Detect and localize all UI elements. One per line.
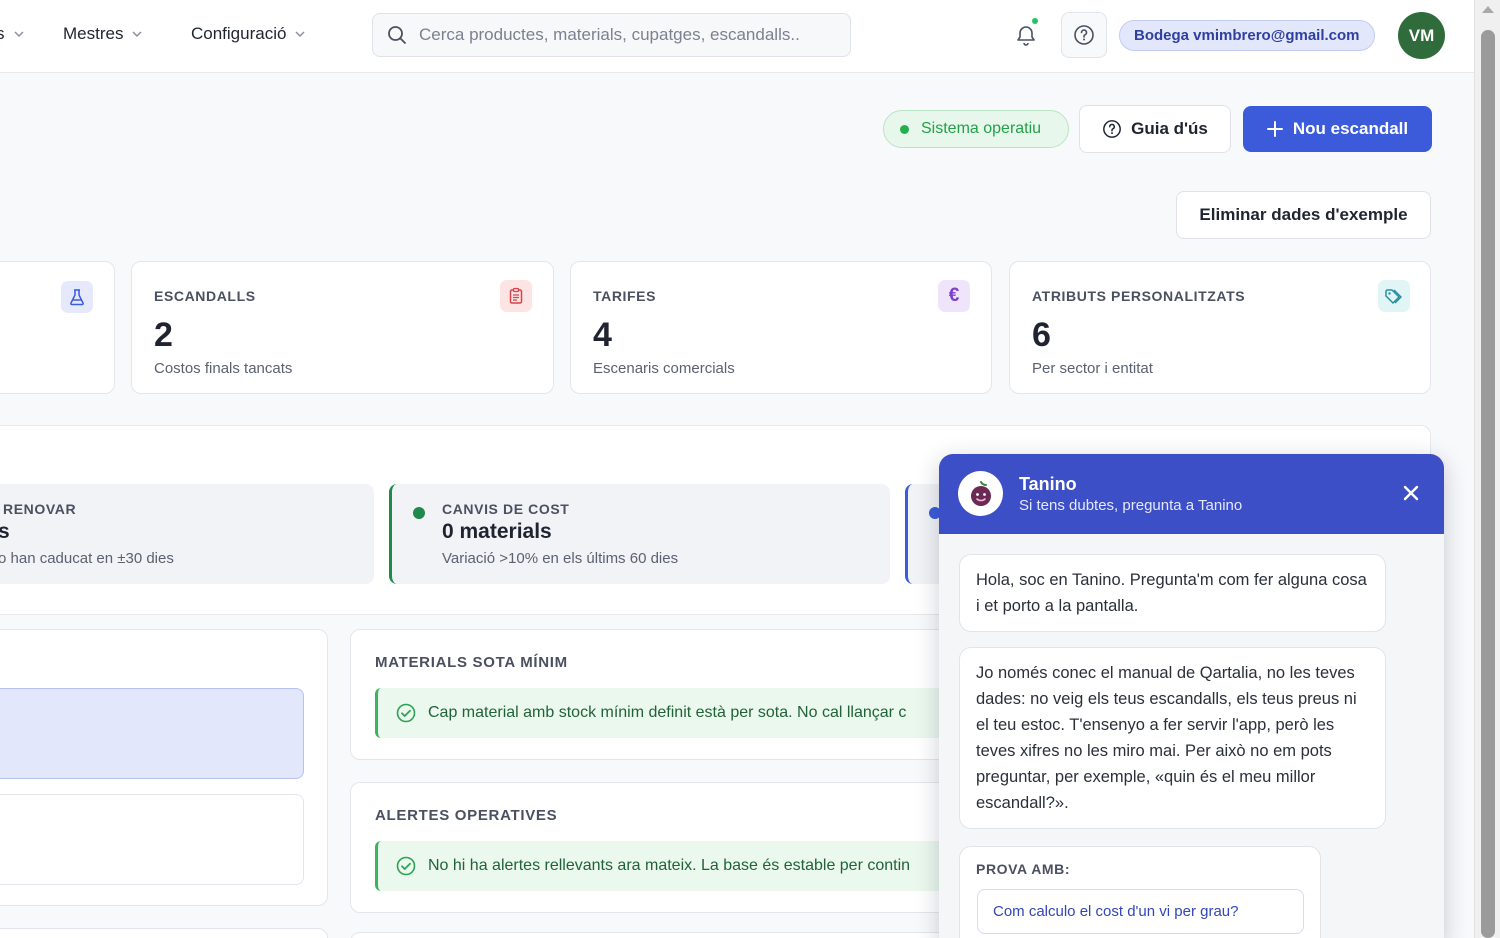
nav-item-mestres-label: Mestres — [63, 24, 124, 43]
guide-button[interactable]: Guia d'ús — [1079, 105, 1231, 153]
suggestions-label: PROVA AMB: — [976, 861, 1071, 877]
clipboard-icon — [500, 280, 532, 312]
scrollbar[interactable] — [1474, 0, 1500, 938]
chat-message: Hola, soc en Tanino. Pregunta'm com fer … — [959, 554, 1386, 632]
help-circle-icon — [1074, 25, 1094, 45]
stat-label: TARIFES — [593, 288, 657, 304]
new-escandall-button[interactable]: Nou escandall — [1243, 106, 1432, 152]
notification-dot — [1032, 18, 1038, 24]
list-item[interactable] — [0, 794, 304, 885]
delete-sample-data-button[interactable]: Eliminar dades d'exemple — [1176, 191, 1431, 239]
alert-sub: Variació >10% en els últims 60 dies — [442, 550, 679, 567]
materials-min-card: MATERIALS SOTA MÍNIM Cap material amb st… — [350, 629, 990, 760]
ok-message: Cap material amb stock mínim definit est… — [428, 704, 907, 721]
top-bar: s Mestres Configuració Bodega vmimbrero@… — [0, 0, 1474, 73]
system-status-badge: Sistema operatiu — [883, 110, 1069, 148]
check-circle-icon — [396, 703, 416, 723]
close-icon — [1403, 485, 1419, 501]
search-icon — [388, 26, 406, 44]
search-bar[interactable] — [372, 13, 851, 57]
alert-title: RENOVAR — [3, 501, 77, 517]
nav-item-partial[interactable]: s — [0, 24, 25, 44]
chat-message: Jo només conec el manual de Qartalia, no… — [959, 647, 1386, 829]
nav-item-partial-label: s — [0, 24, 5, 43]
close-chat-button[interactable] — [1397, 479, 1425, 507]
left-lower-card — [0, 629, 328, 906]
stat-label: ATRIBUTS PERSONALITZATS — [1032, 288, 1246, 304]
section-title: ALERTES OPERATIVES — [375, 807, 558, 824]
chevron-down-icon — [295, 31, 305, 38]
check-circle-icon — [396, 856, 416, 876]
alert-title: CANVIS DE COST — [442, 501, 570, 517]
status-dot — [900, 124, 909, 134]
alert-card-renovar[interactable]: RENOVAR s o han caducat en ±30 dies — [0, 484, 374, 584]
nav-item-configuracio[interactable]: Configuració — [191, 24, 306, 44]
plus-icon — [1266, 121, 1283, 137]
ok-message-box: Cap material amb stock mínim definit est… — [375, 688, 989, 738]
left-bottom-card — [0, 928, 328, 938]
suggestions-box: PROVA AMB: Com calculo el cost d'un vi p… — [959, 846, 1321, 938]
alert-main: 0 materials — [442, 520, 552, 543]
bottom-card — [350, 932, 990, 938]
alert-sub: o han caducat en ±30 dies — [0, 550, 174, 567]
euro-icon: € — [938, 280, 970, 312]
stat-label: ESCANDALLS — [154, 288, 256, 304]
stat-sub: Costos finals tancats — [154, 360, 293, 377]
new-escandall-label: Nou escandall — [1292, 119, 1409, 138]
guide-button-label: Guia d'ús — [1131, 119, 1208, 138]
ok-message-box: No hi ha alertes rellevants ara mateix. … — [375, 841, 989, 891]
highlighted-item[interactable] — [0, 688, 304, 779]
operational-alerts-card: ALERTES OPERATIVES No hi ha alertes rell… — [350, 782, 990, 913]
avatar[interactable]: VM — [1398, 12, 1445, 59]
help-button[interactable] — [1061, 12, 1107, 58]
stat-card-atributs[interactable]: ATRIBUTS PERSONALITZATS 6 Per sector i e… — [1009, 261, 1431, 394]
grape-mascot-icon — [970, 480, 991, 506]
search-input[interactable] — [419, 25, 839, 45]
alert-card-canvis-cost[interactable]: CANVIS DE COST 0 materials Variació >10%… — [389, 484, 890, 584]
chat-avatar — [958, 471, 1003, 516]
chat-header: Tanino Si tens dubtes, pregunta a Tanino — [939, 454, 1444, 534]
notifications-button[interactable] — [1008, 18, 1044, 54]
nav-item-mestres[interactable]: Mestres — [63, 24, 143, 44]
status-dot — [413, 507, 425, 519]
stat-sub: Per sector i entitat — [1032, 360, 1153, 377]
chat-name: Tanino — [1019, 474, 1077, 494]
tags-icon — [1378, 280, 1410, 312]
chevron-down-icon — [13, 31, 24, 38]
stat-value: 4 — [593, 316, 612, 354]
scroll-thumb[interactable] — [1481, 30, 1495, 938]
flask-icon — [61, 281, 93, 313]
suggestion-button[interactable]: Com calculo el cost d'un vi per grau? — [977, 889, 1304, 934]
stat-card-escandalls[interactable]: ESCANDALLS 2 Costos finals tancats — [131, 261, 554, 394]
stat-card-partial — [0, 261, 115, 394]
ok-message: No hi ha alertes rellevants ara mateix. … — [428, 857, 911, 874]
stat-value: 6 — [1032, 316, 1051, 354]
stat-card-tarifes[interactable]: TARIFES 4 Escenaris comercials € — [570, 261, 992, 394]
help-circle-icon — [1103, 120, 1122, 138]
nav-item-configuracio-label: Configuració — [191, 24, 287, 43]
section-title: MATERIALS SOTA MÍNIM — [375, 654, 568, 671]
stat-sub: Escenaris comercials — [593, 360, 735, 377]
bell-icon — [1017, 26, 1035, 46]
chevron-down-icon — [132, 31, 142, 38]
status-label: Sistema operatiu — [921, 120, 1042, 137]
stat-value: 2 — [154, 316, 173, 354]
scroll-up-arrow[interactable] — [1482, 6, 1494, 13]
account-pill[interactable]: Bodega vmimbrero@gmail.com — [1119, 20, 1375, 51]
alert-main: s — [0, 520, 10, 543]
chat-subtitle: Si tens dubtes, pregunta a Tanino — [1019, 497, 1243, 514]
chat-widget: Tanino Si tens dubtes, pregunta a Tanino… — [939, 454, 1444, 938]
